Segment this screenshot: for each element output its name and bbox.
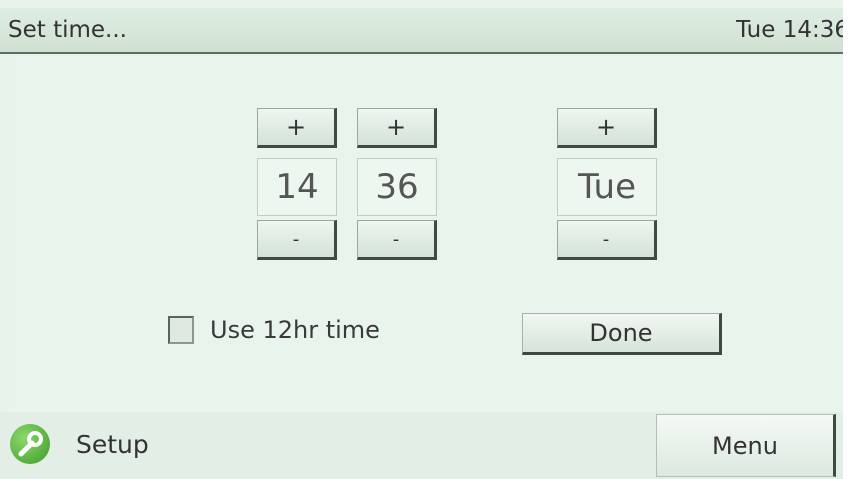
day-value: Tue <box>557 158 657 216</box>
bottom-bar: Setup Menu <box>0 412 853 479</box>
wrench-icon[interactable] <box>10 424 50 464</box>
menu-button[interactable]: Menu <box>656 414 836 477</box>
done-button[interactable]: Done <box>522 313 722 355</box>
use-12hr-checkbox[interactable] <box>168 316 194 344</box>
day-increment-button[interactable]: + <box>557 108 657 148</box>
minute-decrement-button[interactable]: - <box>357 220 437 260</box>
device-screen: Set time... Tue 14:36 + 14 - + 36 - + Tu… <box>0 0 853 479</box>
day-decrement-button[interactable]: - <box>557 220 657 260</box>
status-clock: Tue 14:36 <box>736 17 849 43</box>
hour-increment-button[interactable]: + <box>257 108 337 148</box>
minute-increment-button[interactable]: + <box>357 108 437 148</box>
title-bar: Set time... Tue 14:36 <box>0 8 853 54</box>
wrench-glyph <box>18 431 43 457</box>
hour-decrement-button[interactable]: - <box>257 220 337 260</box>
setup-button[interactable]: Setup <box>76 430 149 459</box>
set-time-panel: + 14 - + 36 - + Tue - <box>10 56 853 412</box>
screen-title: Set time... <box>8 17 127 43</box>
minute-value: 36 <box>357 158 437 216</box>
hour-value: 14 <box>257 158 337 216</box>
screen-bezel-edge <box>843 0 853 479</box>
use-12hr-label: Use 12hr time <box>210 316 380 344</box>
